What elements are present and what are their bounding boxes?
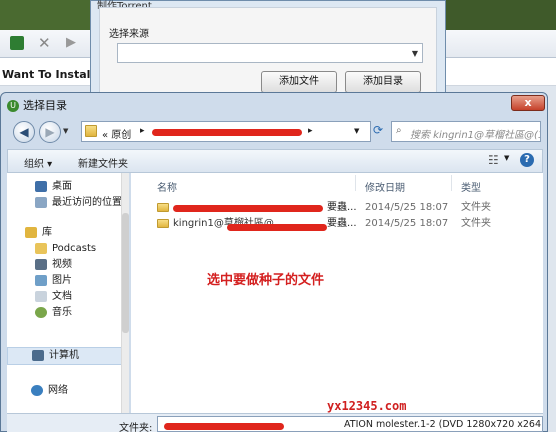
- nav-item-podcasts[interactable]: Podcasts: [21, 241, 127, 257]
- select-folder-dialog: U 选择目录 x ◀ ▶ ▼ « 原创 ▸ ▸ ▼ ⟳ 搜索 kingrin1@草…: [0, 92, 548, 432]
- nav-item-label: Podcasts: [52, 243, 97, 254]
- source-label: 选择来源: [109, 29, 149, 40]
- new-folder-button[interactable]: 新建文件夹: [78, 155, 128, 170]
- search-input[interactable]: 搜索 kingrin1@草榴社區@(1...: [391, 121, 541, 142]
- add-folder-button[interactable]: 添加目录: [345, 71, 421, 93]
- address-bar[interactable]: « 原创 ▸ ▸ ▼: [81, 121, 371, 142]
- background-window-right: [440, 0, 556, 30]
- delete-icon[interactable]: ✕: [38, 34, 51, 52]
- videos-icon: [35, 258, 47, 270]
- nav-item-recent[interactable]: 最近访问的位置: [31, 195, 127, 211]
- column-header-modified[interactable]: 修改日期: [365, 179, 405, 194]
- file-name-suffix: 要蟲...: [327, 218, 357, 229]
- nav-item-label: 计算机: [49, 350, 79, 361]
- nav-item-computer[interactable]: 计算机: [7, 347, 127, 365]
- play-icon[interactable]: ▶: [66, 35, 76, 50]
- close-button[interactable]: x: [511, 95, 545, 111]
- make-torrent-dialog: 制作Torrent 选择来源 ▼ 添加文件 添加目录: [90, 0, 446, 100]
- file-type: 文件夹: [461, 218, 491, 229]
- nav-item-library[interactable]: 库: [21, 225, 127, 241]
- nav-item-label: 最近访问的位置: [52, 197, 122, 208]
- column-header-name[interactable]: 名称: [157, 179, 177, 194]
- favorites-group: 桌面 最近访问的位置: [31, 179, 127, 211]
- forward-button[interactable]: ▶: [39, 121, 61, 143]
- nav-item-pictures[interactable]: 图片: [21, 273, 127, 289]
- filename-value: ATION molester.1-2 (DVD 1280x720 x264 AA…: [344, 419, 543, 430]
- folder-icon: [157, 202, 169, 212]
- help-icon[interactable]: ?: [520, 153, 534, 167]
- column-divider[interactable]: [355, 175, 356, 191]
- spreadsheet-icon[interactable]: [10, 36, 24, 50]
- file-modified: 2014/5/25 18:07: [365, 218, 449, 229]
- source-combo[interactable]: ▼: [117, 43, 423, 63]
- column-divider[interactable]: [451, 175, 452, 191]
- command-bar: 组织 ▾ 新建文件夹 ☷ ▼ ?: [7, 149, 543, 173]
- nav-item-label: 音乐: [52, 307, 72, 318]
- nav-item-documents[interactable]: 文档: [21, 289, 127, 305]
- instruction-annotation: 选中要做种子的文件: [207, 273, 325, 288]
- nav-item-desktop[interactable]: 桌面: [31, 179, 127, 195]
- list-item[interactable]: kingrin1@草榴社區@ 要蟲... 2014/5/25 18:07 文件夹: [157, 215, 537, 233]
- nav-item-music[interactable]: 音乐: [21, 305, 127, 321]
- podcasts-folder-icon: [35, 242, 47, 254]
- nav-item-videos[interactable]: 视频: [21, 257, 127, 273]
- address-dropdown-icon[interactable]: ▼: [354, 127, 359, 135]
- organize-menu[interactable]: 组织 ▾: [24, 155, 52, 170]
- folder-icon: [157, 218, 169, 228]
- column-header-type[interactable]: 类型: [461, 179, 481, 194]
- history-dropdown-icon[interactable]: ▼: [63, 127, 68, 135]
- redaction-mark: [227, 224, 327, 231]
- pictures-icon: [35, 274, 47, 286]
- back-button[interactable]: ◀: [13, 121, 35, 143]
- filename-input[interactable]: ATION molester.1-2 (DVD 1280x720 x264 AA…: [157, 416, 543, 432]
- computer-icon: [32, 349, 44, 361]
- redaction-mark: [152, 129, 302, 136]
- documents-icon: [35, 290, 47, 302]
- view-options-icon[interactable]: ☷: [488, 153, 499, 167]
- libraries-group: 库 Podcasts 视频 图片 文档 音乐: [21, 225, 127, 321]
- recent-places-icon: [35, 196, 47, 208]
- library-icon: [25, 226, 37, 238]
- filename-label: 文件夹:: [119, 423, 153, 432]
- redaction-mark: [173, 205, 323, 212]
- folder-icon: [85, 125, 97, 137]
- network-icon: [31, 384, 43, 396]
- watermark: yx12345.com: [327, 399, 407, 413]
- file-list-pane: 名称 修改日期 类型 要蟲... 2014/5/25 18:07 文件夹 kin…: [131, 173, 543, 413]
- nav-item-network[interactable]: 网络: [7, 383, 127, 399]
- filename-bar: 文件夹: ATION molester.1-2 (DVD 1280x720 x2…: [7, 413, 543, 432]
- chevron-down-icon: ▼: [411, 49, 418, 58]
- nav-item-label: 文档: [52, 291, 72, 302]
- nav-item-label: 图片: [52, 275, 72, 286]
- view-dropdown-icon[interactable]: ▼: [504, 154, 509, 162]
- music-icon: [35, 306, 47, 318]
- nav-pane-scrollbar[interactable]: [121, 173, 129, 413]
- nav-item-label: 视频: [52, 259, 72, 270]
- dialog-title-bar: U 选择目录: [7, 97, 67, 117]
- refresh-icon[interactable]: ⟳: [373, 123, 383, 137]
- nav-item-label: 网络: [48, 385, 68, 396]
- search-icon: ⌕: [396, 125, 402, 136]
- dialog-title: 选择目录: [23, 99, 67, 112]
- nav-item-label: 桌面: [52, 181, 72, 192]
- breadcrumb-separator-icon[interactable]: ▸: [308, 126, 313, 136]
- breadcrumb-separator-icon[interactable]: ▸: [140, 126, 145, 136]
- navigation-row: ◀ ▶ ▼ « 原创 ▸ ▸ ▼ ⟳ 搜索 kingrin1@草榴社區@(1..…: [7, 119, 543, 145]
- add-file-button[interactable]: 添加文件: [261, 71, 337, 93]
- app-logo-icon: U: [7, 100, 19, 112]
- redaction-mark: [164, 423, 284, 430]
- navigation-pane: 桌面 最近访问的位置 库 Podcasts 视频 图片 文档 音乐 计算机 网络: [7, 173, 129, 413]
- desktop-icon: [35, 180, 47, 192]
- scrollbar-thumb[interactable]: [122, 213, 129, 333]
- breadcrumb[interactable]: « 原创: [102, 126, 131, 141]
- nav-item-label: 库: [42, 227, 52, 238]
